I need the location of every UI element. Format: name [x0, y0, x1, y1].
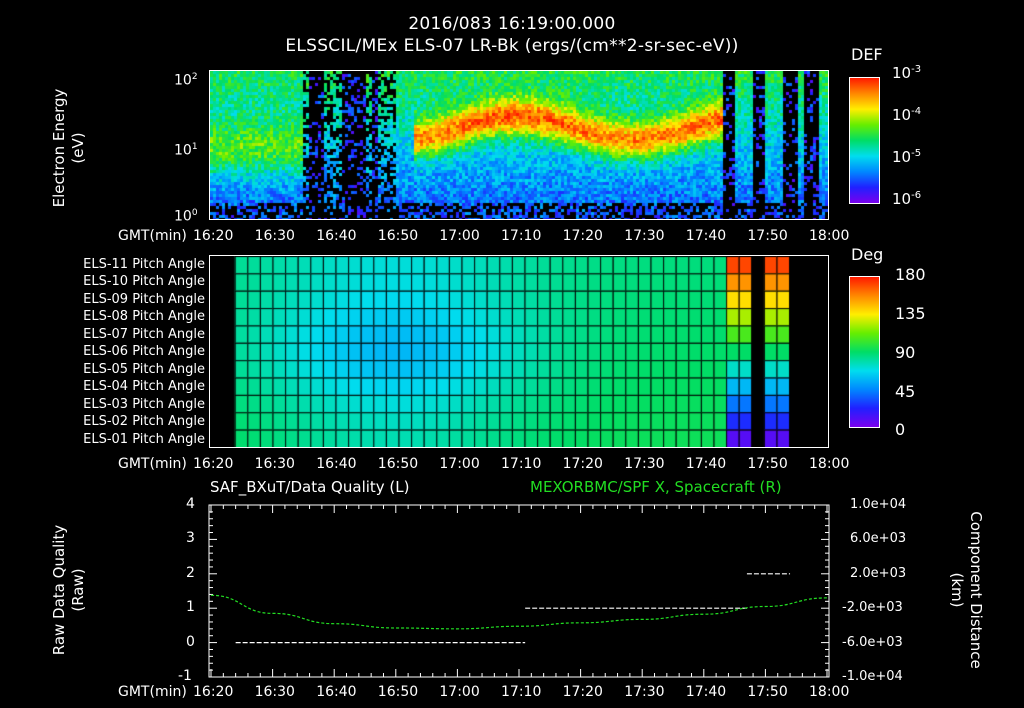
deg-tick: 90	[895, 343, 916, 362]
pitch-row-label: ELS-09 Pitch Angle	[83, 292, 205, 307]
pitch-row-label: ELS-08 Pitch Angle	[83, 309, 205, 324]
pitch-angle-labels: ELS-11 Pitch Angle ELS-10 Pitch Angle EL…	[0, 256, 205, 448]
panel1-time-tick: 16:40	[316, 228, 357, 244]
left-axis-tick: 4	[186, 496, 195, 512]
pitch-row-label: ELS-05 Pitch Angle	[83, 362, 205, 377]
line-plot-frame	[208, 504, 830, 678]
panel3-time-tick: 17:00	[439, 684, 480, 700]
right-axis-tick: -1.0e+04	[842, 669, 903, 684]
left-axis-tick: 0	[186, 633, 195, 650]
panel3-time-tick: 16:40	[316, 684, 357, 700]
energy-spectrogram	[209, 70, 829, 220]
panel3-time-tick: 18:00	[809, 684, 850, 700]
energy-tick-1: 100	[174, 208, 198, 225]
pitch-row-label: ELS-01 Pitch Angle	[83, 432, 205, 447]
panel2-time-tick: 17:30	[624, 456, 665, 472]
time-axis-label-2: GMT(min)	[118, 456, 187, 472]
energy-axis-label-line1: Electron Energy	[50, 88, 68, 208]
raw-quality-axis-label-line1: Raw Data Quality	[50, 524, 68, 656]
panel3-time-tick: 17:30	[624, 684, 665, 700]
left-axis-tick: 2	[186, 564, 195, 581]
pitch-angle-heatmap	[209, 255, 829, 448]
right-axis-tick: -6.0e+03	[842, 634, 903, 650]
deg-tick: 45	[895, 382, 916, 401]
pitch-row-label: ELS-07 Pitch Angle	[83, 327, 205, 342]
pitch-row-label: ELS-11 Pitch Angle	[83, 257, 205, 272]
panel2-time-tick: 17:20	[562, 456, 603, 472]
left-axis-tick: -1	[178, 668, 192, 684]
right-axis-tick: 2.0e+03	[850, 565, 907, 581]
panel3-time-tick: 17:50	[747, 684, 788, 700]
panel3-time-tick: 16:20	[193, 684, 234, 700]
pitch-row-label: ELS-02 Pitch Angle	[83, 414, 205, 429]
def-tick-2: 10-4	[892, 106, 922, 124]
panel1-time-tick: 17:50	[747, 228, 788, 244]
left-axis-tick: 3	[186, 530, 195, 547]
timestamp-header: 2016/083 16:19:00.000	[408, 14, 616, 34]
energy-tick-100: 102	[174, 72, 198, 89]
energy-axis-label-line2: (eV)	[69, 132, 87, 164]
right-axis-tick: 6.0e+03	[850, 531, 907, 547]
panel2-time-tick: 16:30	[254, 456, 295, 472]
panel1-time-tick: 17:30	[624, 228, 665, 244]
panel2-time-tick: 16:40	[316, 456, 357, 472]
raw-quality-axis-label: Raw Data Quality (Raw)	[50, 510, 90, 670]
panel3-time-tick: 17:20	[562, 684, 603, 700]
pitch-row-label: ELS-06 Pitch Angle	[83, 344, 205, 359]
panel2-time-tick: 16:50	[377, 456, 419, 472]
deg-tick: 0	[895, 420, 906, 439]
right-series-title: MEXORBMC/SPF X, Spacecraft (R)	[530, 478, 782, 496]
panel3-time-tick: 17:40	[685, 684, 727, 700]
right-axis-tick: -2.0e+03	[842, 600, 903, 616]
pitch-angle-canvas	[210, 256, 828, 447]
component-distance-axis-label: Component Distance (km)	[945, 505, 985, 675]
deg-colorbar	[849, 276, 880, 428]
energy-spectrogram-canvas	[210, 71, 828, 219]
panel2-time-tick: 17:00	[439, 456, 480, 472]
time-axis-label-1: GMT(min)	[118, 228, 187, 244]
time-axis-label-3: GMT(min)	[118, 684, 187, 700]
def-colorbar	[849, 77, 880, 204]
component-distance-axis-label-line1: Component Distance	[967, 511, 985, 669]
left-series-title: SAF_BXuT/Data Quality (L)	[210, 478, 410, 496]
panel1-time-tick: 17:40	[685, 228, 727, 244]
pitch-row-label: ELS-04 Pitch Angle	[83, 379, 205, 394]
panel1-time-tick: 17:10	[501, 228, 542, 244]
panel1-time-tick: 18:00	[809, 228, 850, 244]
panel1-time-tick: 16:20	[193, 228, 234, 244]
def-colorbar-title: DEF	[851, 45, 883, 64]
raw-quality-axis-label-line2: (Raw)	[69, 568, 87, 612]
spacecraft-x-line	[210, 594, 828, 630]
panel3-time-tick: 16:50	[377, 684, 419, 700]
left-axis-tick: 1	[186, 599, 195, 616]
deg-tick: 180	[895, 265, 926, 284]
panel2-time-tick: 16:20	[193, 456, 234, 472]
pitch-row-label: ELS-03 Pitch Angle	[83, 397, 205, 412]
def-tick-1: 10-3	[892, 64, 922, 82]
energy-tick-10: 101	[174, 142, 198, 159]
right-axis-tick: 1.0e+04	[850, 497, 907, 512]
def-tick-3: 10-5	[892, 148, 922, 166]
panel2-time-tick: 17:10	[501, 456, 542, 472]
panel3-time-tick: 17:10	[501, 684, 542, 700]
panel2-time-tick: 17:40	[685, 456, 727, 472]
panel2-time-tick: 18:00	[809, 456, 850, 472]
pitch-row-label: ELS-10 Pitch Angle	[83, 274, 205, 289]
panel1-time-tick: 17:00	[439, 228, 480, 244]
energy-axis-label: Electron Energy (eV)	[50, 58, 90, 238]
def-tick-4: 10-6	[892, 190, 922, 208]
component-distance-axis-label-line2: (km)	[948, 572, 966, 608]
panel1-time-tick: 17:20	[562, 228, 603, 244]
panel1-time-tick: 16:30	[254, 228, 295, 244]
panel3-time-tick: 16:30	[254, 684, 295, 700]
panel2-time-tick: 17:50	[747, 456, 788, 472]
panel1-time-tick: 16:50	[377, 228, 419, 244]
deg-colorbar-title: Deg	[851, 245, 884, 264]
deg-tick: 135	[895, 304, 926, 323]
